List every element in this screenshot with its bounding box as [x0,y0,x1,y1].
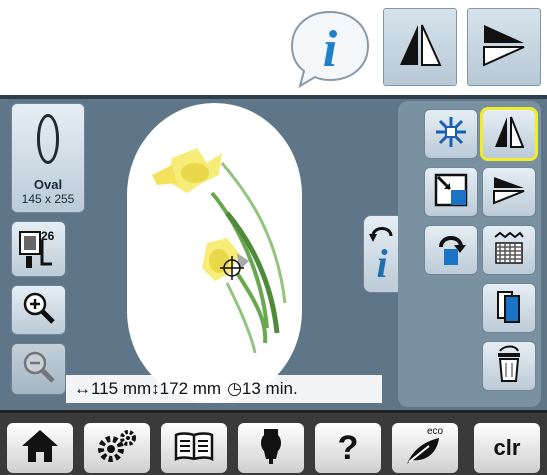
center-icon [434,115,468,154]
advisor-icon [256,427,286,470]
frame-button[interactable]: 26 [11,221,66,277]
delete-button[interactable] [482,341,536,391]
clock-icon: ◷ [227,379,242,398]
design-info-bar: ↔ 115 mm ↕ 172 mm ◷ 13 min. [66,375,382,403]
hoop-work-area[interactable] [127,103,302,403]
info-bubble-icon[interactable]: i [288,8,372,89]
pattern-fill-button[interactable] [482,225,536,275]
center-button[interactable] [424,109,478,159]
help-icon: ? [337,428,359,467]
clear-button[interactable]: clr [474,423,540,473]
edit-tools-panel [398,101,541,407]
bottom-navigation-bar: ? eco clr [0,410,547,475]
mirror-vertical-tool-button[interactable] [482,167,536,217]
info-return-icon: i [367,222,397,287]
duplicate-button[interactable] [482,283,536,333]
height-arrow-icon: ↕ [151,379,160,398]
width-arrow-icon: ↔ [74,379,91,398]
svg-text:i: i [376,241,387,282]
delete-icon [494,345,524,388]
duplicate-icon [494,288,524,329]
tutorial-icon [174,431,214,466]
advisor-button[interactable] [238,423,304,473]
info-tab-button[interactable]: i [363,215,401,293]
top-help-strip: i [0,0,547,95]
hoop-name: Oval [33,177,63,192]
eco-button[interactable]: eco [392,423,458,473]
mirror-vertical-icon [480,23,528,72]
rotate-icon [434,229,468,272]
zoom-in-button[interactable] [11,285,66,335]
zoom-in-icon [22,291,56,330]
zoom-out-button[interactable] [11,343,66,395]
stitch-time: 13 min. [241,379,298,398]
mirror-vertical-button[interactable] [467,8,541,86]
home-button[interactable] [7,423,73,473]
home-icon [20,428,60,469]
design-height: 172 mm [159,379,222,398]
hoop-select-button[interactable]: Oval 145 x 255 [11,103,85,213]
tutorial-button[interactable] [161,423,227,473]
hoop-size: 145 x 255 [21,192,75,206]
svg-text:i: i [323,21,338,78]
eco-label: eco [427,426,444,437]
setup-button[interactable] [84,423,150,473]
eco-icon: eco [403,426,447,468]
daffodil-design[interactable] [127,103,302,403]
mirror-horizontal-button[interactable] [383,8,457,86]
mirror-horizontal-tool-button[interactable] [480,107,538,161]
zoom-out-icon [22,350,56,389]
help-button[interactable]: ? [315,423,381,473]
mirror-horizontal-icon [494,115,525,154]
rotate-button[interactable] [424,225,478,275]
oval-hoop-icon [37,114,59,164]
setup-icon [96,429,138,468]
pattern-fill-icon [492,231,526,270]
frame-number: 26 [41,229,55,243]
embroidery-edit-screen: Oval 145 x 255 26 ↔ 115 mm ↕ 172 mm ◷ 13… [0,95,547,410]
design-width: 115 mm [91,379,152,398]
mirror-vertical-icon [492,175,526,210]
move-to-corner-button[interactable] [424,167,478,217]
mirror-horizontal-icon [398,21,442,74]
clear-label: clr [493,435,521,460]
move-to-corner-icon [434,173,468,212]
